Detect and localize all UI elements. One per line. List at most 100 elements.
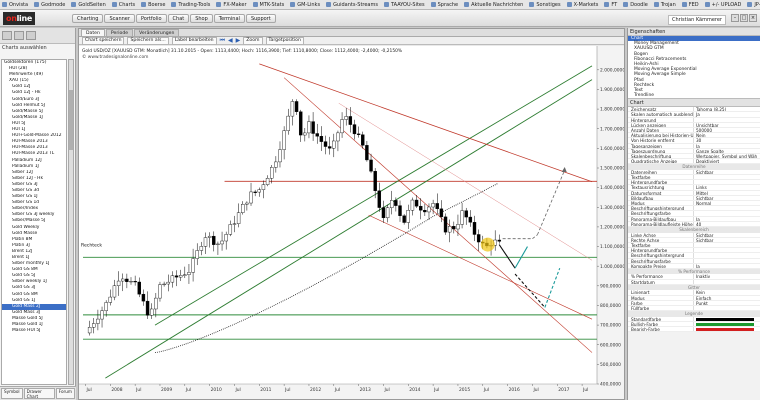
property-value[interactable] bbox=[694, 322, 760, 327]
object-tree-item[interactable]: Trendline bbox=[628, 93, 760, 98]
property-value[interactable]: Deaktiviert bbox=[694, 159, 760, 163]
bookmark-label: Charts bbox=[118, 1, 136, 8]
candle-body bbox=[286, 115, 290, 131]
chart-tab-1[interactable]: Periode bbox=[105, 29, 134, 36]
property-value[interactable]: 30 bbox=[694, 138, 760, 142]
property-value[interactable]: Sichtbar bbox=[694, 170, 760, 174]
property-value[interactable]: Nein bbox=[694, 133, 760, 137]
maximize-icon[interactable]: □ bbox=[740, 14, 748, 22]
bookmark-item[interactable]: X-Markets bbox=[566, 2, 598, 8]
property-value[interactable]: Kein bbox=[694, 290, 760, 294]
candle-body bbox=[464, 210, 468, 218]
bookmark-item[interactable]: Charts bbox=[111, 1, 136, 8]
chart-canvas[interactable]: Gold USD/OZ [XAUUSD GTM: Monatlich] 31.1… bbox=[79, 46, 625, 399]
property-value[interactable]: Ja bbox=[694, 264, 760, 268]
bookmark-item[interactable]: Trojan bbox=[653, 2, 676, 8]
property-value[interactable]: Mittel bbox=[694, 191, 760, 195]
property-value[interactable]: Unsichtbar bbox=[694, 123, 760, 127]
bookmark-item[interactable]: +/- UPLOAD bbox=[704, 2, 741, 8]
property-name: Beschriftungshintergrund bbox=[628, 253, 694, 258]
new-icon[interactable] bbox=[14, 31, 24, 40]
property-value[interactable]: Sichtbar bbox=[694, 233, 760, 237]
property-value[interactable] bbox=[694, 327, 760, 332]
property-value[interactable]: Ganze Spalte bbox=[694, 149, 760, 153]
bookmark-item[interactable]: Guidants-Streams bbox=[326, 2, 378, 8]
bookmark-item[interactable]: Godmode bbox=[34, 2, 65, 8]
menu-charting[interactable]: Charting bbox=[72, 14, 104, 23]
label-edit-button[interactable]: Label bearbeiten bbox=[171, 36, 217, 45]
menu-shop[interactable]: Shop bbox=[190, 14, 213, 23]
properties-subtitle: Chart bbox=[628, 99, 760, 108]
left-tab-0[interactable]: Symbol bbox=[1, 388, 23, 399]
property-value[interactable] bbox=[694, 118, 760, 122]
folder-icon[interactable] bbox=[2, 31, 12, 40]
bookmark-item[interactable]: Sprache bbox=[430, 2, 458, 8]
property-value[interactable]: Ja bbox=[694, 112, 760, 116]
property-value[interactable] bbox=[694, 306, 760, 310]
chart-list-item[interactable]: Masse HUI 5J bbox=[2, 328, 66, 334]
minimize-icon[interactable]: – bbox=[731, 14, 739, 22]
nav-next-icon[interactable]: ▶ bbox=[236, 37, 241, 44]
property-value[interactable]: Punkt bbox=[694, 301, 760, 305]
bookmark-item[interactable]: FED bbox=[681, 2, 699, 8]
property-value[interactable] bbox=[694, 253, 760, 257]
property-value[interactable]: Wertpapier, Symbol und Wäh bbox=[694, 154, 760, 158]
property-value[interactable] bbox=[694, 317, 760, 321]
close-icon[interactable]: × bbox=[749, 14, 757, 22]
bookmark-item[interactable]: MTK-Stats bbox=[252, 2, 284, 8]
chart-tab-2[interactable]: Veränderungen bbox=[134, 29, 180, 36]
property-name: Bildaufbau bbox=[628, 195, 694, 201]
property-value[interactable] bbox=[694, 259, 760, 263]
property-value[interactable]: 500000 bbox=[694, 128, 760, 132]
property-value[interactable]: Ja bbox=[694, 217, 760, 221]
bookmark-item[interactable]: Sonstiges bbox=[529, 2, 561, 8]
left-tab-2[interactable]: Forum bbox=[55, 388, 75, 399]
property-value[interactable] bbox=[694, 248, 760, 252]
chart-list-scrollbar[interactable] bbox=[68, 59, 74, 385]
property-value[interactable] bbox=[694, 175, 760, 179]
property-row[interactable]: Bearish-Farbe bbox=[628, 327, 760, 333]
property-value[interactable]: Einfach bbox=[694, 296, 760, 300]
bookmark-item[interactable]: TAAYOU-Sites bbox=[383, 2, 425, 8]
bookmark-item[interactable]: Onvista bbox=[2, 2, 28, 8]
property-value[interactable] bbox=[694, 206, 760, 210]
price-chart[interactable]: Gold USD/OZ [XAUUSD GTM: Monatlich] 31.1… bbox=[79, 46, 625, 399]
property-value[interactable] bbox=[694, 211, 760, 215]
bookmark-item[interactable]: GM-Links bbox=[290, 2, 320, 8]
chart-tab-0[interactable]: Daten bbox=[81, 29, 105, 36]
property-value[interactable]: Sichtbar bbox=[694, 196, 760, 200]
bookmark-item[interactable]: GoldSeiten bbox=[71, 2, 106, 8]
property-value[interactable]: Ja bbox=[694, 144, 760, 148]
bookmark-item[interactable]: Aktuelle Nachrichten bbox=[464, 2, 523, 8]
bookmark-item[interactable]: FX-Maker bbox=[216, 2, 247, 8]
menu-terminal[interactable]: Terminal bbox=[213, 14, 245, 23]
save-chart-button[interactable]: Chart speichern bbox=[82, 36, 125, 45]
bookmark-item[interactable]: JP-Studie bbox=[747, 2, 760, 8]
bookmark-item[interactable]: Trading-Tools bbox=[171, 2, 210, 8]
zoom-button[interactable]: Zoom bbox=[243, 36, 263, 45]
menu-support[interactable]: Support bbox=[245, 14, 276, 23]
menu-chat[interactable]: Chat bbox=[167, 14, 190, 23]
delete-icon[interactable] bbox=[26, 31, 36, 40]
target-position-button[interactable]: Targetposition bbox=[265, 36, 304, 45]
property-value[interactable]: 40 bbox=[694, 222, 760, 226]
user-name[interactable]: Christian Kämmerer bbox=[667, 15, 726, 25]
property-value[interactable]: Tahoma (8.25) bbox=[694, 107, 760, 111]
bookmark-item[interactable]: Boerse bbox=[141, 2, 165, 8]
property-value[interactable]: Normal bbox=[694, 201, 760, 205]
bookmark-item[interactable]: Doodle bbox=[623, 2, 648, 8]
property-value[interactable] bbox=[694, 243, 760, 247]
property-value[interactable] bbox=[694, 180, 760, 184]
property-value[interactable] bbox=[694, 280, 760, 284]
menu-portfolio[interactable]: Portfolio bbox=[135, 14, 167, 23]
left-tab-1[interactable]: Drawer Chart bbox=[23, 388, 55, 399]
menu-scanner[interactable]: Scanner bbox=[104, 14, 135, 23]
property-value[interactable]: Sichtbar bbox=[694, 238, 760, 242]
property-value[interactable]: Links bbox=[694, 185, 760, 189]
bookmark-item[interactable]: FT bbox=[604, 2, 617, 8]
x-tick-label: Jul bbox=[185, 387, 191, 393]
nav-prev-icon[interactable]: ◀ bbox=[228, 37, 233, 44]
property-value[interactable]: Inaktiv bbox=[694, 274, 760, 278]
nav-first-icon[interactable]: ⏮ bbox=[220, 37, 225, 44]
save-as-button[interactable]: Speichern als... bbox=[127, 36, 169, 45]
